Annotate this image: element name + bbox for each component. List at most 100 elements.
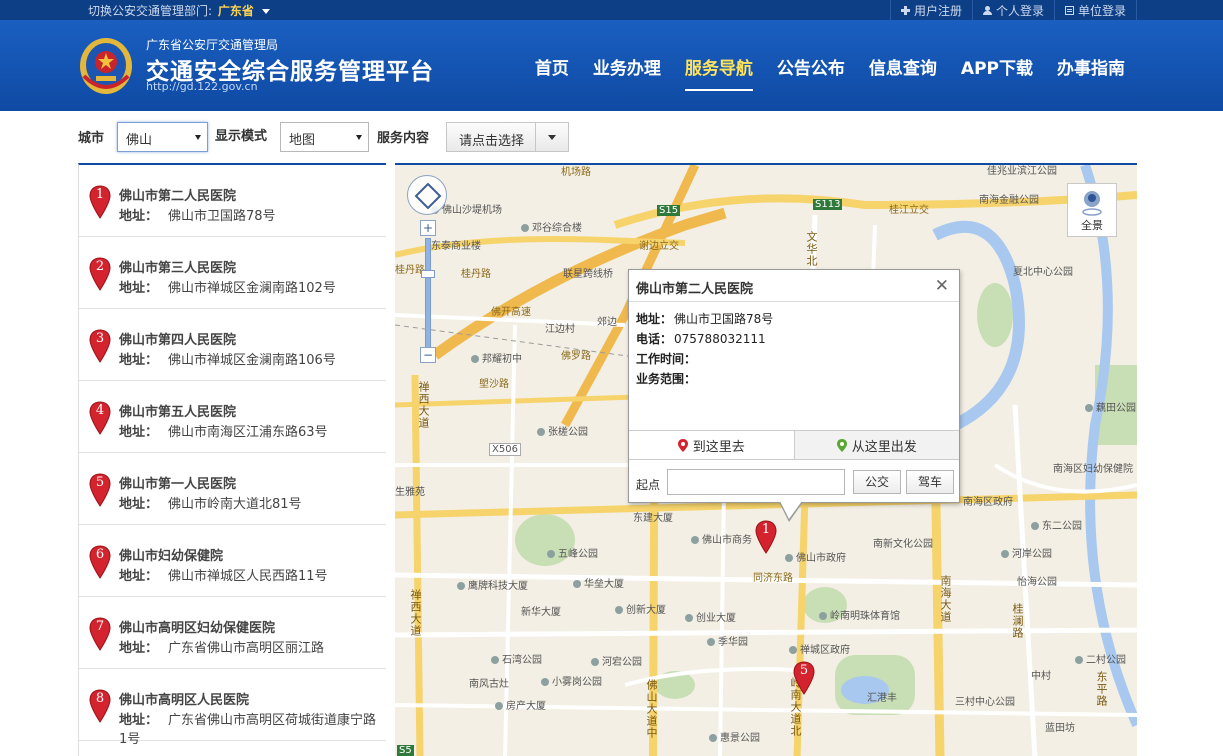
hospital-list-item[interactable]: 8 佛山市高明区人民医院地址： 广东省佛山市高明区荷城街道康宁路1号 (79, 669, 386, 747)
hospital-name[interactable]: 佛山市第四人民医院 (119, 329, 236, 348)
list-item-number: 6 (95, 547, 105, 562)
hospital-list-item[interactable]: 7 佛山市高明区妇幼保健医院地址： 广东省佛山市高明区丽江路 (79, 597, 386, 669)
tab-start-here[interactable]: 从这里出发 (794, 431, 959, 459)
department-switcher[interactable]: 切换公安交通管理部门: 广东省 (88, 2, 270, 19)
road-shield: S113 (813, 199, 843, 210)
hospital-list-item[interactable]: 1 佛山市第二人民医院 地址： 佛山市卫国路78号 (79, 165, 386, 237)
map-label: 怡海公园 (1017, 577, 1057, 588)
caret-down-icon (261, 9, 270, 14)
personal-login-link[interactable]: 个人登录 (971, 0, 1054, 20)
map-pin-icon: 7 (89, 617, 111, 651)
register-label: 用户注册 (913, 3, 962, 18)
nav-announcements[interactable]: 公告公布 (765, 50, 857, 83)
list-item-number: 3 (95, 331, 105, 346)
address-value: 佛山市禅城区人民西路11号 (168, 569, 328, 584)
unit-login-link[interactable]: 单位登录 (1053, 0, 1137, 20)
close-icon[interactable]: ✕ (935, 276, 949, 296)
nav-guide[interactable]: 办事指南 (1045, 50, 1137, 83)
address-label: 地址： (119, 281, 159, 296)
nav-home[interactable]: 首页 (523, 50, 581, 83)
display-mode-label: 显示模式 (215, 129, 268, 144)
hospital-name[interactable]: 佛山市高明区人民医院 (119, 689, 249, 708)
map-pin-icon: 8 (89, 689, 111, 723)
road-shield: S5 (397, 745, 414, 756)
map-label: 二村公园 (1075, 651, 1126, 666)
hospital-list-item[interactable]: 6 佛山市妇幼保健院 地址： 佛山市禅城区人民西路11号 (79, 525, 386, 597)
hospital-address: 地址： 广东省佛山市高明区荷城街道康宁路1号 (119, 711, 381, 749)
zoom-in-button[interactable]: + (420, 220, 436, 236)
bus-button[interactable]: 公交 (853, 470, 901, 494)
site-url: http://gd.122.gov.cn (146, 80, 258, 93)
zoom-out-button[interactable]: − (420, 347, 436, 363)
nav-app-download[interactable]: APP下载 (949, 50, 1045, 83)
road-label: 南海大道 (939, 575, 952, 623)
caret-down-icon (548, 135, 556, 140)
start-point-input[interactable] (667, 469, 845, 495)
road-label: 禅西大道 (417, 381, 430, 429)
map-label: 南海区妇幼保健院 (1053, 464, 1133, 475)
zoom-slider-handle[interactable] (421, 270, 435, 278)
overview-label: 全景 (1081, 219, 1103, 232)
address-value: 佛山市禅城区金澜南路102号 (168, 281, 336, 296)
nav-info-query[interactable]: 信息查询 (857, 50, 949, 83)
start-point-label: 起点 (636, 478, 661, 492)
map-marker-5[interactable]: 5 (793, 661, 815, 695)
service-content-dropdown[interactable]: 请点击选择 (446, 122, 569, 152)
hospital-name[interactable]: 佛山市第一人民医院 (119, 473, 236, 492)
address-value: 广东省佛山市高明区丽江路 (168, 641, 325, 656)
nav-business[interactable]: 业务办理 (581, 50, 673, 83)
info-window: 佛山市第二人民医院 ✕ 地址： 佛山市卫国路78号 电话： 075788032111… (628, 269, 960, 522)
hospital-name[interactable]: 佛山市第三人民医院 (119, 257, 236, 276)
info-address: 地址： 佛山市卫国路78号 (636, 310, 773, 327)
overview-button[interactable]: 全景 (1067, 183, 1117, 237)
hospital-name[interactable]: 佛山市高明区妇幼保健医院 (119, 617, 275, 636)
service-content-label: 服务内容 (377, 131, 430, 146)
map-label: 季华园 (707, 633, 748, 648)
hospital-name[interactable]: 佛山市第五人民医院 (119, 401, 236, 420)
list-item-number: 2 (95, 259, 105, 274)
hospital-list-item[interactable]: 5 佛山市第一人民医院 地址： 佛山市岭南大道北81号 (79, 453, 386, 525)
map-marker-1[interactable]: 1 (755, 520, 777, 554)
city-label: 城市 (78, 131, 105, 146)
unit-login-label: 单位登录 (1077, 3, 1126, 18)
address-value: 佛山市岭南大道北81号 (168, 497, 302, 512)
map-label: 房产大厦 (495, 697, 546, 712)
hospital-list-item[interactable]: 4 佛山市第五人民医院地址： 佛山市南海区江浦东路63号 (79, 381, 386, 453)
site-subtitle: 广东省公安厅交通管理局 (146, 38, 279, 52)
map-label: 藕田公园 (1085, 399, 1136, 414)
map-pan-control[interactable] (407, 175, 447, 215)
hospital-name[interactable]: 佛山市妇幼保健院 (119, 545, 223, 564)
map-label: 联星跨线桥 (563, 269, 613, 280)
hospital-address: 地址： 广东省佛山市高明区丽江路 (119, 639, 381, 658)
city-select[interactable]: 佛山 (117, 122, 208, 152)
register-link[interactable]: 用户注册 (889, 0, 972, 20)
hospital-address: 地址： 佛山市南海区江浦东路63号 (119, 423, 381, 442)
zoom-slider-track[interactable] (425, 238, 431, 353)
police-emblem-icon[interactable] (78, 36, 134, 96)
hospital-list-item[interactable]: 3 佛山市第四人民医院 地址： 佛山市禅城区金澜南路106号 (79, 309, 386, 381)
nav-service-navigation[interactable]: 服务导航 (673, 50, 765, 91)
map-label: 中村 (1031, 671, 1051, 682)
info-address-value: 佛山市卫国路78号 (674, 312, 774, 326)
display-mode-select[interactable]: 地图 (280, 122, 369, 152)
map-label: 南新文化公园 (873, 539, 933, 550)
hospital-name[interactable]: 佛山市第二人民医院 (119, 185, 236, 204)
map-label: 桂江立交 (889, 205, 929, 216)
map-pin-icon: 1 (89, 185, 111, 219)
drive-button[interactable]: 驾车 (906, 470, 954, 494)
map-label: 五峰公园 (547, 545, 598, 560)
user-icon (982, 5, 992, 15)
tab-go-here[interactable]: 到这里去 (629, 431, 795, 459)
map-label: 塱沙路 (479, 379, 509, 390)
road-shield: S15 (657, 205, 681, 216)
map-label: 三村中心公园 (955, 697, 1015, 708)
hospital-list-item[interactable]: 2 佛山市第三人民医院地址： 佛山市禅城区金澜南路102号 (79, 237, 386, 309)
hospital-address: 地址： 佛山市岭南大道北81号 (119, 495, 381, 514)
map-label: 小雾岗公园 (541, 673, 602, 688)
red-pin-icon (677, 438, 688, 452)
address-label: 地址： (119, 209, 159, 224)
plus-icon (900, 5, 910, 15)
dropdown-arrow-icon (356, 135, 362, 140)
map-label: 江边村 (545, 324, 575, 335)
list-item-number: 4 (95, 403, 105, 418)
